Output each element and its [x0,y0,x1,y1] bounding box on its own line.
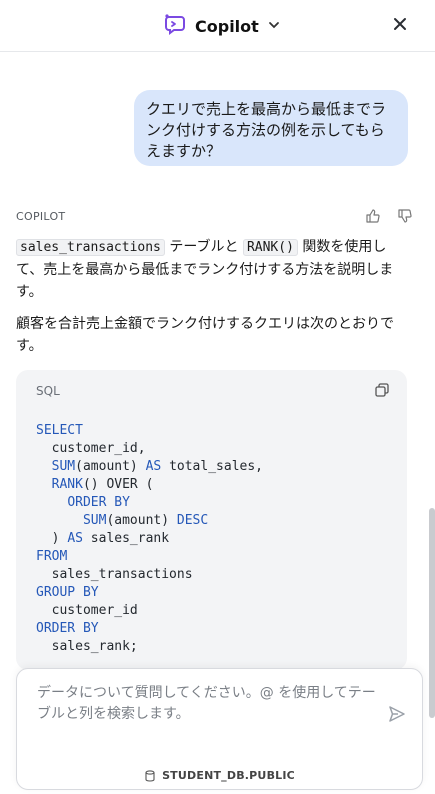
copilot-icon [163,12,187,40]
answer-paragraph-1: sales_transactions テーブルと RANK() 関数を使用して、… [16,239,394,300]
thumbs-down-icon [398,209,412,223]
code-language-label: SQL [36,384,60,398]
close-icon [393,16,407,35]
chat-composer: データについて質問してください。@ を使用してテーブルと列を検索します。 STU… [16,668,423,790]
answer-paragraph-2: 顧客を合計売上金額でランク付けするクエリは次のとおりです。 [16,316,394,354]
database-context[interactable]: STUDENT_DB.PUBLIC [17,769,422,782]
database-icon [145,769,155,782]
database-context-label: STUDENT_DB.PUBLIC [162,769,295,782]
thumbs-up-button[interactable] [365,208,381,228]
feedback-buttons [365,208,413,228]
copilot-menu[interactable]: Copilot [163,12,281,40]
chat-input[interactable]: データについて質問してください。@ を使用してテーブルと列を検索します。 [37,683,382,725]
code-block: SQL SELECT customer_id, SUM(amount) AS t… [16,370,407,670]
panel-title: Copilot [195,16,259,36]
inline-code-function: RANK() [242,239,298,256]
copy-code-button[interactable] [375,382,389,401]
user-message: クエリで売上を最高から最低までランク付けする方法の例を示してもらえますか？ [134,90,408,166]
assistant-label: COPILOT [16,210,66,223]
close-button[interactable] [389,14,411,36]
panel-header: Copilot [0,0,435,52]
scrollbar[interactable] [429,508,435,718]
chevron-down-icon [267,17,281,36]
thumbs-up-icon [366,209,380,223]
sql-code: SELECT customer_id, SUM(amount) AS total… [36,423,263,654]
send-icon [389,706,405,722]
assistant-answer: sales_transactions テーブルと RANK() 関数を使用して、… [16,236,402,367]
thumbs-down-button[interactable] [397,208,413,228]
copy-icon [375,383,389,397]
inline-code-table: sales_transactions [16,239,165,256]
send-button[interactable] [388,705,406,727]
